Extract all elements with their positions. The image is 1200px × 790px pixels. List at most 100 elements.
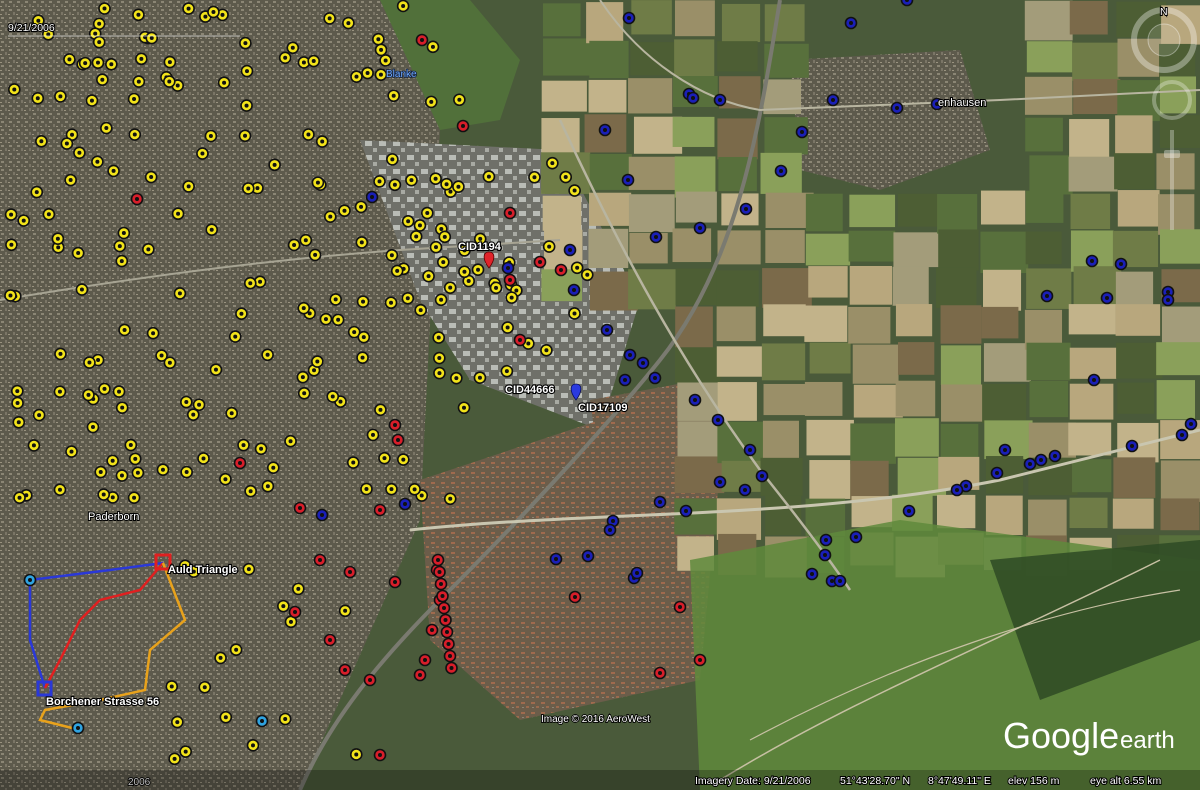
- yellow-marker-icon[interactable]: [196, 147, 209, 160]
- yellow-marker-icon[interactable]: [286, 41, 300, 55]
- yellow-marker-icon[interactable]: [83, 356, 96, 369]
- yellow-marker-icon[interactable]: [278, 712, 292, 726]
- blue-marker-icon[interactable]: [398, 497, 412, 511]
- yellow-marker-icon[interactable]: [100, 121, 113, 135]
- blue-marker-icon[interactable]: [739, 202, 753, 216]
- yellow-marker-icon[interactable]: [156, 463, 170, 476]
- red-marker-icon[interactable]: [413, 668, 427, 682]
- yellow-marker-icon[interactable]: [240, 99, 253, 112]
- yellow-marker-icon[interactable]: [580, 268, 594, 282]
- red-marker-icon[interactable]: [130, 192, 144, 206]
- red-marker-icon[interactable]: [425, 623, 439, 637]
- blue-marker-icon[interactable]: [501, 261, 515, 275]
- yellow-marker-icon[interactable]: [246, 739, 260, 752]
- light-blue-marker-icon[interactable]: [71, 721, 85, 735]
- yellow-marker-icon[interactable]: [346, 456, 360, 469]
- blue-marker-icon[interactable]: [900, 0, 914, 7]
- yellow-marker-icon[interactable]: [405, 173, 418, 187]
- blue-marker-icon[interactable]: [1087, 373, 1101, 387]
- yellow-marker-icon[interactable]: [115, 469, 129, 482]
- yellow-marker-icon[interactable]: [5, 238, 18, 252]
- yellow-marker-icon[interactable]: [91, 155, 104, 169]
- yellow-marker-icon[interactable]: [51, 232, 65, 246]
- yellow-marker-icon[interactable]: [35, 134, 48, 148]
- red-marker-icon[interactable]: [373, 748, 387, 762]
- red-marker-icon[interactable]: [433, 565, 446, 579]
- yellow-marker-icon[interactable]: [73, 146, 86, 160]
- yellow-marker-icon[interactable]: [354, 200, 368, 214]
- light-blue-marker-icon[interactable]: [23, 573, 37, 587]
- yellow-marker-icon[interactable]: [217, 76, 231, 90]
- blue-marker-icon[interactable]: [653, 495, 667, 509]
- yellow-marker-icon[interactable]: [450, 371, 463, 385]
- label-auld-triangle[interactable]: Auld Triangle: [167, 563, 239, 577]
- yellow-marker-icon[interactable]: [355, 236, 369, 249]
- yellow-marker-icon[interactable]: [297, 301, 311, 315]
- yellow-marker-icon[interactable]: [278, 51, 292, 65]
- red-marker-icon[interactable]: [439, 613, 452, 627]
- red-marker-icon[interactable]: [533, 255, 547, 269]
- yellow-marker-icon[interactable]: [315, 135, 329, 148]
- yellow-marker-icon[interactable]: [11, 396, 24, 410]
- yellow-marker-icon[interactable]: [229, 643, 243, 657]
- blue-marker-icon[interactable]: [549, 552, 563, 566]
- yellow-marker-icon[interactable]: [268, 158, 281, 172]
- yellow-marker-icon[interactable]: [357, 330, 371, 344]
- blue-marker-icon[interactable]: [755, 469, 769, 483]
- yellow-marker-icon[interactable]: [338, 204, 351, 218]
- yellow-marker-icon[interactable]: [308, 248, 322, 262]
- red-marker-icon[interactable]: [554, 263, 568, 277]
- yellow-marker-icon[interactable]: [17, 214, 31, 227]
- yellow-marker-icon[interactable]: [568, 307, 581, 320]
- yellow-marker-icon[interactable]: [179, 745, 192, 758]
- yellow-marker-icon[interactable]: [240, 64, 254, 78]
- yellow-marker-icon[interactable]: [414, 303, 427, 317]
- yellow-marker-icon[interactable]: [420, 206, 434, 220]
- yellow-marker-icon[interactable]: [32, 408, 46, 422]
- yellow-marker-icon[interactable]: [570, 261, 584, 275]
- yellow-marker-icon[interactable]: [342, 16, 355, 30]
- blue-marker-icon[interactable]: [679, 504, 693, 518]
- yellow-marker-icon[interactable]: [197, 452, 210, 465]
- yellow-marker-icon[interactable]: [8, 83, 21, 96]
- yellow-marker-icon[interactable]: [501, 321, 514, 334]
- red-marker-icon[interactable]: [233, 456, 247, 470]
- yellow-marker-icon[interactable]: [182, 180, 195, 193]
- yellow-marker-icon[interactable]: [53, 483, 67, 497]
- yellow-marker-icon[interactable]: [106, 454, 119, 468]
- yellow-marker-icon[interactable]: [239, 36, 252, 50]
- yellow-marker-icon[interactable]: [433, 351, 446, 365]
- yellow-marker-icon[interactable]: [546, 156, 559, 170]
- red-marker-icon[interactable]: [653, 666, 667, 680]
- yellow-marker-icon[interactable]: [165, 680, 179, 693]
- yellow-marker-icon[interactable]: [386, 153, 399, 166]
- blue-marker-icon[interactable]: [774, 164, 788, 178]
- yellow-marker-icon[interactable]: [65, 445, 78, 458]
- yellow-marker-icon[interactable]: [163, 55, 177, 69]
- yellow-marker-icon[interactable]: [378, 451, 391, 465]
- yellow-marker-icon[interactable]: [401, 214, 415, 228]
- yellow-marker-icon[interactable]: [12, 415, 26, 429]
- yellow-marker-icon[interactable]: [92, 35, 106, 49]
- red-marker-icon[interactable]: [568, 590, 582, 604]
- yellow-marker-icon[interactable]: [192, 398, 206, 412]
- yellow-marker-icon[interactable]: [356, 351, 369, 364]
- red-marker-icon[interactable]: [513, 333, 527, 347]
- yellow-marker-icon[interactable]: [198, 680, 212, 694]
- yellow-marker-icon[interactable]: [319, 312, 333, 326]
- yellow-marker-icon[interactable]: [128, 452, 142, 466]
- yellow-marker-icon[interactable]: [54, 90, 67, 103]
- yellow-marker-icon[interactable]: [277, 599, 290, 613]
- yellow-marker-icon[interactable]: [60, 137, 74, 150]
- yellow-marker-icon[interactable]: [54, 347, 67, 361]
- yellow-marker-icon[interactable]: [390, 264, 404, 278]
- blue-marker-icon[interactable]: [998, 443, 1012, 457]
- yellow-marker-icon[interactable]: [128, 128, 142, 141]
- yellow-marker-icon[interactable]: [292, 582, 305, 596]
- blue-marker-icon[interactable]: [950, 483, 964, 497]
- red-marker-icon[interactable]: [388, 418, 402, 432]
- yellow-marker-icon[interactable]: [64, 173, 77, 187]
- blue-marker-icon[interactable]: [1048, 449, 1062, 463]
- yellow-marker-icon[interactable]: [457, 401, 471, 415]
- yellow-marker-icon[interactable]: [438, 230, 452, 244]
